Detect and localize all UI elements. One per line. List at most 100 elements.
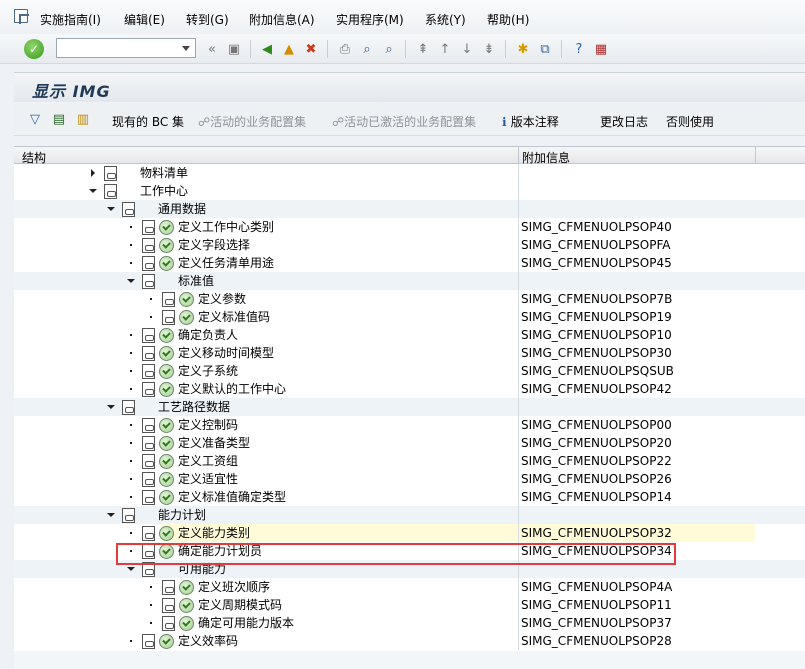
menu-utilities[interactable]: 实用程序(M) <box>336 11 404 27</box>
activated-bc-sets-button[interactable]: ☍活动已激活的业务配置集 <box>332 113 476 130</box>
documentation-icon[interactable] <box>122 507 135 523</box>
execute-activity-icon[interactable] <box>159 633 174 649</box>
execute-activity-icon[interactable] <box>159 327 174 343</box>
documentation-icon[interactable] <box>142 453 155 469</box>
execute-activity-icon[interactable] <box>159 363 174 379</box>
execute-activity-icon[interactable] <box>179 579 194 595</box>
tree-row[interactable]: 定义能力类别 SIMG_CFMENUOLPSOP32 <box>14 524 805 542</box>
menu-extras[interactable]: 附加信息(A) <box>249 11 315 27</box>
tree-row[interactable]: 定义工作中心类别 SIMG_CFMENUOLPSOP40 <box>14 218 805 236</box>
documentation-icon[interactable] <box>142 471 155 487</box>
menu-help[interactable]: 帮助(H) <box>487 11 529 27</box>
tree-node-label[interactable]: 定义周期模式码 <box>198 596 282 614</box>
tree-row[interactable]: 定义效率码 SIMG_CFMENUOLPSOP28 <box>14 632 805 650</box>
system-menu-icon[interactable] <box>14 9 29 24</box>
expanded-arrow-icon[interactable] <box>126 564 136 574</box>
documentation-icon[interactable] <box>104 183 117 199</box>
exit-icon[interactable]: ▲ <box>280 40 298 58</box>
expanded-arrow-icon[interactable] <box>106 510 116 520</box>
execute-activity-icon[interactable] <box>159 345 174 361</box>
tree-node-label[interactable]: 定义控制码 <box>178 416 238 434</box>
menu-edit[interactable]: 编辑(E) <box>124 11 165 27</box>
documentation-icon[interactable] <box>162 309 175 325</box>
menu-implementation-guide[interactable]: 实施指南(I) <box>40 11 101 27</box>
collapse-subtree-icon[interactable]: ▤ <box>50 110 68 128</box>
documentation-icon[interactable] <box>122 201 135 217</box>
expanded-arrow-icon[interactable] <box>106 402 116 412</box>
create-session-icon[interactable]: ✱ <box>514 40 532 58</box>
tree-node-label[interactable]: 定义移动时间模型 <box>178 344 274 362</box>
documentation-icon[interactable] <box>162 579 175 595</box>
documentation-icon[interactable] <box>142 327 155 343</box>
tree-node-label[interactable]: 定义效率码 <box>178 632 238 650</box>
execute-activity-icon[interactable] <box>159 237 174 253</box>
tree-node-label[interactable]: 标准值 <box>178 272 214 290</box>
history-back-icon[interactable]: « <box>203 40 221 58</box>
expand-subtree-icon[interactable]: ▽ <box>26 110 44 128</box>
tree-node-label[interactable]: 定义标准值确定类型 <box>178 488 286 506</box>
print-icon[interactable]: ⎙ <box>336 40 354 58</box>
tree-row[interactable]: 定义任务清单用途 SIMG_CFMENUOLPSOP45 <box>14 254 805 272</box>
command-field[interactable] <box>56 38 196 58</box>
execute-activity-icon[interactable] <box>159 255 174 271</box>
execute-activity-icon[interactable] <box>159 417 174 433</box>
tree-row[interactable]: 标准值 <box>14 272 805 290</box>
next-page-icon[interactable]: ↓ <box>458 40 476 58</box>
execute-activity-icon[interactable] <box>159 525 174 541</box>
documentation-icon[interactable] <box>142 489 155 505</box>
back-icon[interactable]: ◀ <box>258 40 276 58</box>
tree-node-label[interactable]: 定义标准值码 <box>198 308 270 326</box>
previous-page-icon[interactable]: ↑ <box>436 40 454 58</box>
tree-row[interactable]: 定义移动时间模型 SIMG_CFMENUOLPSOP30 <box>14 344 805 362</box>
tree-node-label[interactable]: 定义适宜性 <box>178 470 238 488</box>
tree-row[interactable]: 确定可用能力版本 SIMG_CFMENUOLPSOP37 <box>14 614 805 632</box>
tree-node-label[interactable]: 定义能力类别 <box>178 524 250 542</box>
menu-system[interactable]: 系统(Y) <box>425 11 466 27</box>
tree-node-label[interactable]: 定义工作中心类别 <box>178 218 274 236</box>
tree-row[interactable]: 定义参数 SIMG_CFMENUOLPSOP7B <box>14 290 805 308</box>
execute-activity-icon[interactable] <box>159 453 174 469</box>
documentation-icon[interactable] <box>162 615 175 631</box>
documentation-icon[interactable] <box>162 291 175 307</box>
tree-node-label[interactable]: 定义参数 <box>198 290 246 308</box>
tree-node-label[interactable]: 能力计划 <box>158 506 206 524</box>
tree-row[interactable]: 定义准备类型 SIMG_CFMENUOLPSOP20 <box>14 434 805 452</box>
tree-row[interactable]: 物料清单 <box>14 164 805 182</box>
tree-row[interactable]: 定义标准值确定类型 SIMG_CFMENUOLPSOP14 <box>14 488 805 506</box>
documentation-icon[interactable] <box>142 525 155 541</box>
tree-node-label[interactable]: 确定负责人 <box>178 326 238 344</box>
shortcut-icon[interactable]: ⧉ <box>536 40 554 58</box>
documentation-icon[interactable] <box>122 399 135 415</box>
tree-node-label[interactable]: 可用能力 <box>178 560 226 578</box>
save-icon[interactable]: ▣ <box>225 40 243 58</box>
tree-row[interactable]: 工艺路径数据 <box>14 398 805 416</box>
active-bc-sets-button[interactable]: ☍活动的业务配置集 <box>198 113 306 130</box>
tree-row[interactable]: 定义适宜性 SIMG_CFMENUOLPSOP26 <box>14 470 805 488</box>
execute-activity-icon[interactable] <box>159 489 174 505</box>
release-notes-button[interactable]: ℹ 版本注释 <box>502 113 559 130</box>
column-divider[interactable] <box>518 147 519 164</box>
existing-bc-sets-button[interactable]: 现有的 BC 集 <box>112 113 184 130</box>
tree-row[interactable]: 确定负责人 SIMG_CFMENUOLPSOP10 <box>14 326 805 344</box>
first-page-icon[interactable]: ⇞ <box>414 40 432 58</box>
documentation-icon[interactable] <box>142 255 155 271</box>
tree-row[interactable]: 通用数据 <box>14 200 805 218</box>
expanded-arrow-icon[interactable] <box>106 204 116 214</box>
execute-activity-icon[interactable] <box>159 543 174 559</box>
execute-activity-icon[interactable] <box>159 381 174 397</box>
tree-node-label[interactable]: 定义准备类型 <box>178 434 250 452</box>
documentation-icon[interactable] <box>162 597 175 613</box>
help-icon[interactable]: ? <box>570 40 588 58</box>
tree-node-label[interactable]: 定义字段选择 <box>178 236 250 254</box>
tree-node-label[interactable]: 工艺路径数据 <box>158 398 230 416</box>
documentation-icon[interactable] <box>142 633 155 649</box>
tree-node-label[interactable]: 定义工资组 <box>178 452 238 470</box>
expanded-arrow-icon[interactable] <box>88 186 98 196</box>
tree-node-label[interactable]: 工作中心 <box>140 182 188 200</box>
documentation-icon[interactable] <box>142 273 155 289</box>
tree-row[interactable]: 定义控制码 SIMG_CFMENUOLPSOP00 <box>14 416 805 434</box>
where-used-icon[interactable]: ▥ <box>74 110 92 128</box>
menu-goto[interactable]: 转到(G) <box>186 11 229 27</box>
execute-activity-icon[interactable] <box>159 219 174 235</box>
tree-row[interactable]: 工作中心 <box>14 182 805 200</box>
